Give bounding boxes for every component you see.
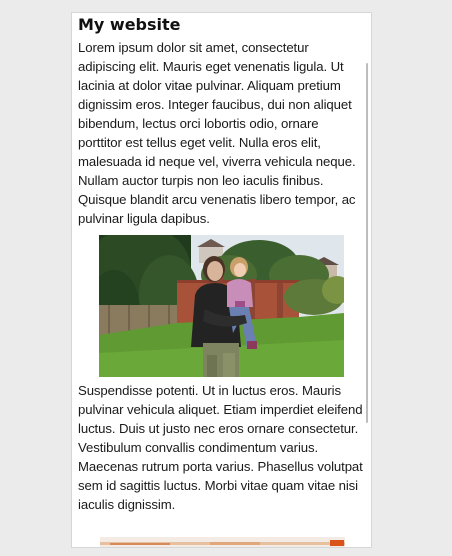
photo-container — [78, 235, 365, 377]
second-photo-partial — [100, 537, 345, 547]
second-paragraph: Suspendisse potenti. Ut in luctus eros. … — [78, 383, 363, 512]
page-content: My website Lorem ipsum dolor sit amet, c… — [72, 13, 371, 514]
site-title: My website — [78, 15, 181, 34]
website-viewport[interactable]: My website Lorem ipsum dolor sit amet, c… — [71, 12, 372, 548]
intro-paragraph: Lorem ipsum dolor sit amet, consectetur … — [78, 40, 356, 226]
scrollbar-thumb[interactable] — [366, 63, 368, 423]
family-photo — [99, 235, 344, 377]
